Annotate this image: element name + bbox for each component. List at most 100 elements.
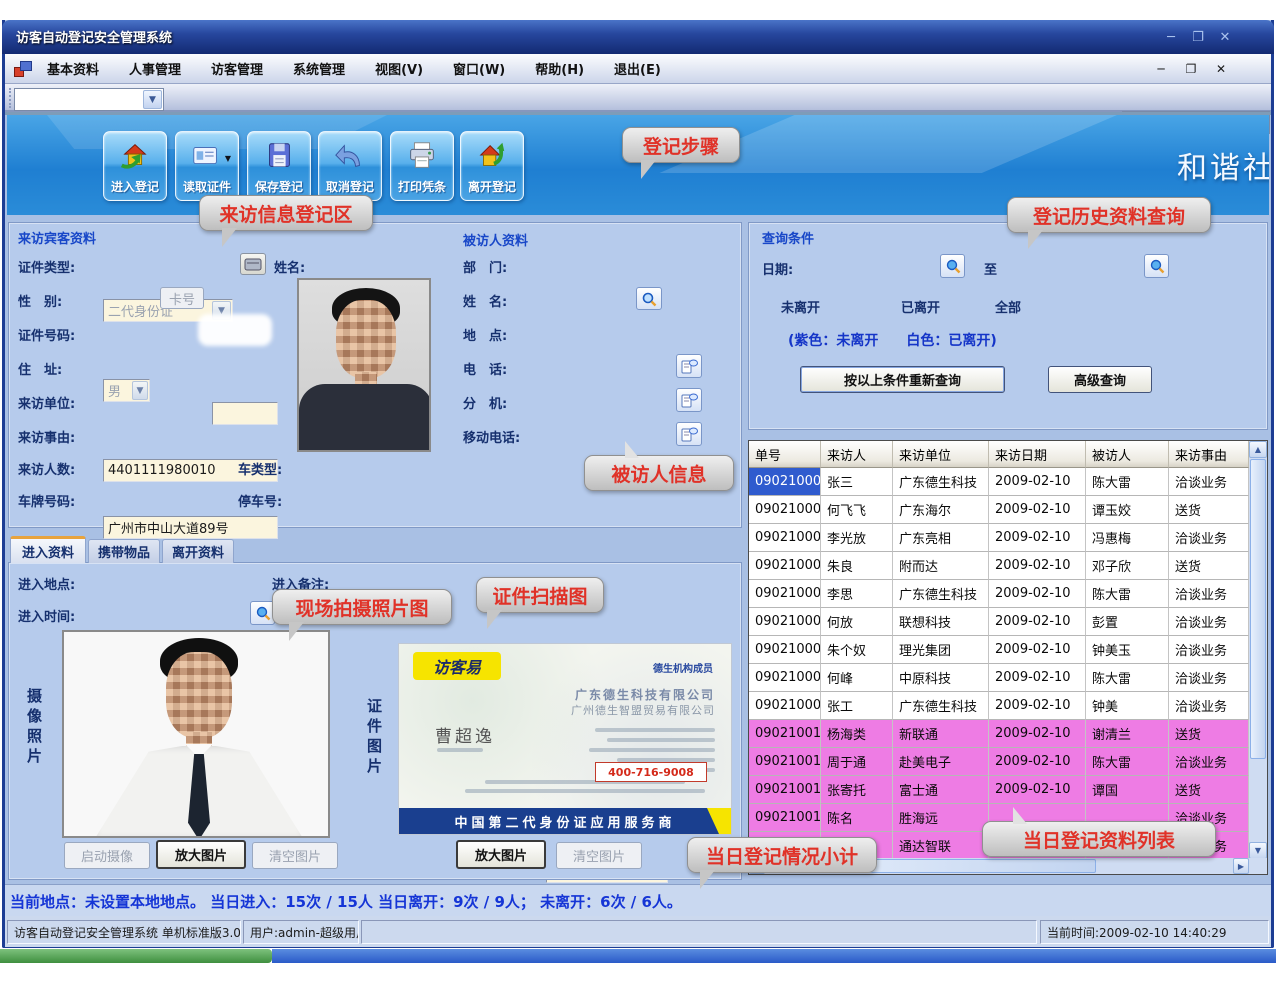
id-type-label: 证件类型: — [18, 257, 75, 276]
zoom-scan-button[interactable]: 放大图片 — [456, 840, 546, 869]
table-cell: 周于通 — [821, 748, 893, 776]
chevron-down-icon[interactable]: ▼ — [132, 381, 148, 400]
tab-carried-items[interactable]: 携带物品 — [88, 539, 160, 563]
quick-select-combobox[interactable]: ▼ — [14, 88, 164, 111]
window-close-button[interactable]: ✕ — [1214, 28, 1236, 46]
table-cell: 谭玉姣 — [1086, 496, 1169, 524]
enter-register-button[interactable]: 进入登记 — [103, 131, 167, 201]
card-number-input[interactable] — [212, 402, 278, 425]
clear-scan-button[interactable]: 清空图片 — [556, 842, 642, 869]
table-cell: 陈大雷 — [1086, 748, 1169, 776]
search-icon — [255, 605, 271, 621]
table-cell: 何飞飞 — [821, 496, 893, 524]
table-row[interactable]: 090210003李光放广东亮相2009-02-10冯惠梅洽谈业务 — [749, 524, 1249, 552]
table-row[interactable]: 090210010杨海类新联通2009-02-10谢清兰送货 — [749, 720, 1249, 748]
table-cell: 2009-02-10 — [989, 496, 1086, 524]
mdi-restore-button[interactable]: ❐ — [1182, 61, 1200, 77]
toolbar-grip[interactable] — [9, 88, 12, 108]
dial-phone-button[interactable] — [676, 354, 702, 378]
table-row[interactable]: 090210006何放联想科技2009-02-10彭置洽谈业务 — [749, 608, 1249, 636]
column-header-1[interactable]: 来访人 — [821, 441, 893, 468]
visited-name-label: 姓 名: — [463, 291, 507, 310]
table-cell: 李光放 — [821, 524, 893, 552]
query-section-title: 查询条件 — [762, 228, 814, 247]
scroll-right-icon[interactable]: ▶ — [1233, 858, 1249, 874]
clear-photo-button[interactable]: 清空图片 — [252, 842, 338, 869]
brand-text: 和谐社 — [1177, 143, 1269, 187]
table-row[interactable]: 090210011周于通赴美电子2009-02-10陈大雷洽谈业务 — [749, 748, 1249, 776]
read-id-button[interactable]: ▼ 读取证件 — [175, 131, 239, 201]
date-from-picker-button[interactable] — [940, 254, 965, 278]
chevron-down-icon[interactable]: ▼ — [143, 90, 162, 109]
gender-combobox[interactable]: 男 ▼ — [103, 379, 150, 402]
gender-value: 男 — [108, 381, 121, 400]
leave-register-button[interactable]: 离开登记 — [460, 131, 524, 201]
cancel-register-button[interactable]: 取消登记 — [318, 131, 382, 201]
column-header-2[interactable]: 来访单位 — [893, 441, 989, 468]
table-cell: 洽谈业务 — [1169, 664, 1249, 692]
table-cell: 钟美玉 — [1086, 636, 1169, 664]
table-cell: 陈大雷 — [1086, 468, 1169, 496]
status-current-time: 当前时间:2009-02-10 14:40:29 — [1040, 920, 1269, 944]
table-header-row: 单号来访人来访单位来访日期被访人来访事由 — [749, 441, 1249, 468]
table-row[interactable]: 090210008何峰中原科技2009-02-10陈大雷洽谈业务 — [749, 664, 1249, 692]
tab-entry-info[interactable]: 进入资料 — [10, 536, 86, 563]
menu-item-visitor[interactable]: 访客管理 — [211, 59, 263, 78]
search-person-button[interactable] — [636, 287, 662, 310]
table-row[interactable]: 090210009张工广东德生科技2009-02-10钟美洽谈业务 — [749, 692, 1249, 720]
search-icon — [641, 291, 657, 307]
table-cell: 090210007 — [749, 636, 821, 664]
dept-label: 部 门: — [463, 257, 507, 276]
column-header-5[interactable]: 来访事由 — [1169, 441, 1249, 468]
table-vscrollbar[interactable]: ▲ ▼ — [1249, 441, 1267, 859]
menu-item-window[interactable]: 窗口(W) — [453, 59, 505, 78]
mdi-close-button[interactable]: ✕ — [1212, 61, 1230, 77]
column-header-4[interactable]: 被访人 — [1086, 441, 1169, 468]
date-to-picker-button[interactable] — [1144, 254, 1169, 278]
query-panel — [748, 222, 1268, 430]
card-number-button[interactable]: 卡号 — [160, 287, 204, 309]
table-row[interactable]: 090210007朱个奴理光集团2009-02-10钟美玉洽谈业务 — [749, 636, 1249, 664]
card-reader-icon — [244, 258, 262, 271]
dial-ext-button[interactable] — [676, 388, 702, 412]
table-row[interactable]: 090210004朱良附而达2009-02-10邓子欣送货 — [749, 552, 1249, 580]
menu-item-basic[interactable]: 基本资料 — [47, 59, 99, 78]
table-row[interactable]: 090210002何飞飞广东海尔2009-02-10谭玉姣送货 — [749, 496, 1249, 524]
table-row[interactable]: 090210001张三广东德生科技2009-02-10陈大雷洽谈业务 — [749, 468, 1249, 496]
print-slip-button[interactable]: 打印凭条 — [390, 131, 454, 201]
tab-leave-info[interactable]: 离开资料 — [162, 539, 234, 563]
scroll-down-icon[interactable]: ▼ — [1249, 842, 1267, 859]
menu-item-hr[interactable]: 人事管理 — [129, 59, 181, 78]
ext-label: 分 机: — [463, 393, 507, 412]
card-reader-button[interactable] — [240, 253, 266, 275]
menu-item-exit[interactable]: 退出(E) — [614, 59, 661, 78]
table-row[interactable]: 090210012张寄托富士通2009-02-10谭国送货 — [749, 776, 1249, 804]
table-cell: 广东德生科技 — [893, 580, 989, 608]
mdi-minimize-button[interactable]: ─ — [1152, 61, 1170, 77]
table-cell: 090210002 — [749, 496, 821, 524]
card-person-name: 曹超逸 — [435, 722, 495, 747]
menu-item-view[interactable]: 视图(V) — [375, 59, 423, 78]
callout-id-scan: 证件扫描图 — [476, 577, 604, 613]
requery-button[interactable]: 按以上条件重新查询 — [800, 366, 1005, 393]
vscroll-thumb[interactable] — [1250, 459, 1266, 759]
window-minimize-button[interactable]: ─ — [1160, 28, 1182, 46]
scroll-up-icon[interactable]: ▲ — [1249, 441, 1267, 458]
address-input[interactable]: 广州市中山大道89号 — [103, 516, 278, 539]
car-type-label: 车类型: — [238, 459, 282, 478]
registration-table: 单号来访人来访单位来访日期被访人来访事由 090210001张三广东德生科技20… — [748, 440, 1268, 875]
table-row[interactable]: 090210005李思广东德生科技2009-02-10陈大雷洽谈业务 — [749, 580, 1249, 608]
table-cell: 洽谈业务 — [1169, 608, 1249, 636]
dial-mobile-button[interactable] — [676, 422, 702, 446]
column-header-0[interactable]: 单号 — [749, 441, 821, 468]
start-camera-button[interactable]: 启动摄像 — [64, 842, 150, 869]
zoom-photo-button[interactable]: 放大图片 — [156, 840, 246, 869]
menu-item-help[interactable]: 帮助(H) — [535, 59, 584, 78]
advanced-query-button[interactable]: 高级查询 — [1048, 366, 1152, 393]
menu-item-system[interactable]: 系统管理 — [293, 59, 345, 78]
save-register-button[interactable]: 保存登记 — [247, 131, 311, 201]
table-cell: 2009-02-10 — [989, 552, 1086, 580]
window-restore-button[interactable]: ❐ — [1187, 28, 1209, 46]
column-header-3[interactable]: 来访日期 — [989, 441, 1086, 468]
table-cell: 090210009 — [749, 692, 821, 720]
